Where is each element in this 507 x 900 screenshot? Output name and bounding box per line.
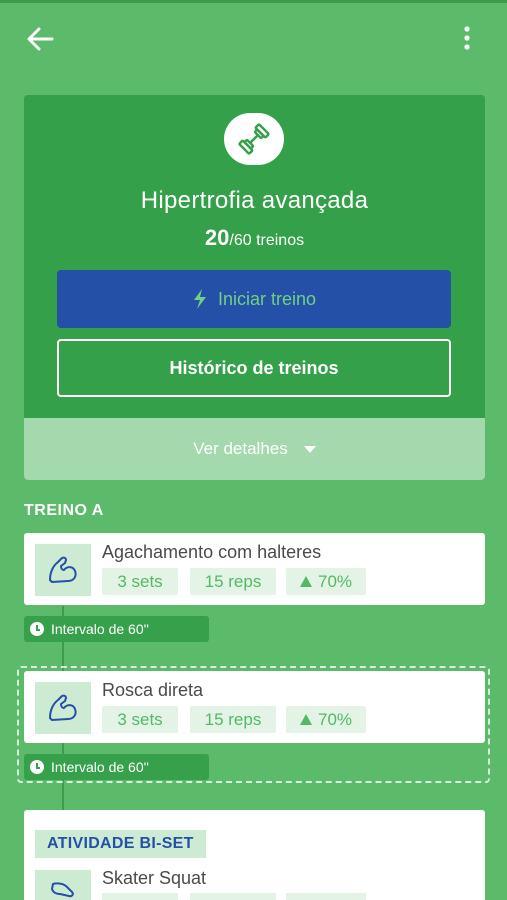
load-chip: 70%	[286, 568, 366, 595]
weight-icon	[299, 714, 312, 725]
biset-badge: ATIVIDADE BI-SET	[35, 830, 206, 858]
start-workout-button[interactable]: Iniciar treino	[57, 270, 451, 328]
load-chip: 70%	[286, 706, 366, 733]
exercise-name: Rosca direta	[102, 680, 204, 700]
program-title: Hipertrofia avançada	[140, 187, 369, 214]
program-card: Hipertrofia avançada 20/60 treinos Inici…	[24, 95, 485, 480]
sets-chip: 3 sets	[102, 706, 178, 733]
exercise-name: Agachamento com halteres	[102, 542, 322, 562]
reps-chip: 15 reps	[190, 706, 276, 733]
bolt-icon	[192, 288, 208, 310]
weight-icon	[299, 576, 312, 587]
exercise-card[interactable]: Rosca direta 3 sets 15 reps 70%	[24, 671, 485, 743]
sets-chip: 3 sets	[102, 568, 178, 595]
exercise-thumbnail	[35, 682, 91, 734]
rest-interval-badge: Intervalo de 60''	[24, 754, 209, 780]
start-workout-label: Iniciar treino	[217, 288, 317, 309]
exercise-card[interactable]: Agachamento com halteres 3 sets 15 reps …	[24, 533, 485, 605]
biceps-icon	[49, 694, 77, 721]
workout-history-button[interactable]: Histórico de treinos	[57, 339, 451, 397]
dumbbell-icon	[238, 123, 270, 155]
load-value: 70%	[317, 571, 353, 591]
clock-icon	[30, 622, 44, 636]
rest-interval-label: Intervalo de 60''	[51, 759, 149, 775]
exercise-name: Skater Squat	[102, 868, 207, 888]
load-chip	[286, 893, 366, 900]
workout-section-title: TREINO A	[24, 502, 104, 519]
program-progress: 20/60 treinos	[24, 225, 485, 251]
arrow-left-icon	[27, 27, 54, 51]
more-vertical-icon	[464, 26, 470, 50]
rest-interval-label: Intervalo de 60''	[51, 621, 149, 637]
view-details-label: Ver detalhes	[193, 439, 288, 458]
back-button[interactable]	[24, 24, 56, 54]
leg-icon	[51, 882, 74, 898]
exercise-thumbnail	[35, 544, 91, 596]
completed-count: 20	[204, 225, 230, 250]
caret-down-icon	[303, 445, 316, 453]
sets-chip	[102, 893, 178, 900]
reps-chip	[190, 893, 276, 900]
more-options-button[interactable]	[455, 24, 479, 54]
program-icon-badge	[224, 113, 284, 165]
reps-chip: 15 reps	[190, 568, 276, 595]
top-border	[0, 0, 507, 3]
biceps-icon	[49, 556, 77, 583]
rest-interval-badge: Intervalo de 60''	[24, 616, 209, 642]
total-count: /60 treinos	[229, 232, 305, 249]
biset-card[interactable]: ATIVIDADE BI-SET Skater Squat	[24, 810, 485, 900]
exercise-thumbnail	[35, 870, 91, 900]
clock-icon	[30, 760, 44, 774]
view-details-toggle[interactable]: Ver detalhes	[24, 418, 485, 480]
load-value: 70%	[317, 709, 353, 729]
